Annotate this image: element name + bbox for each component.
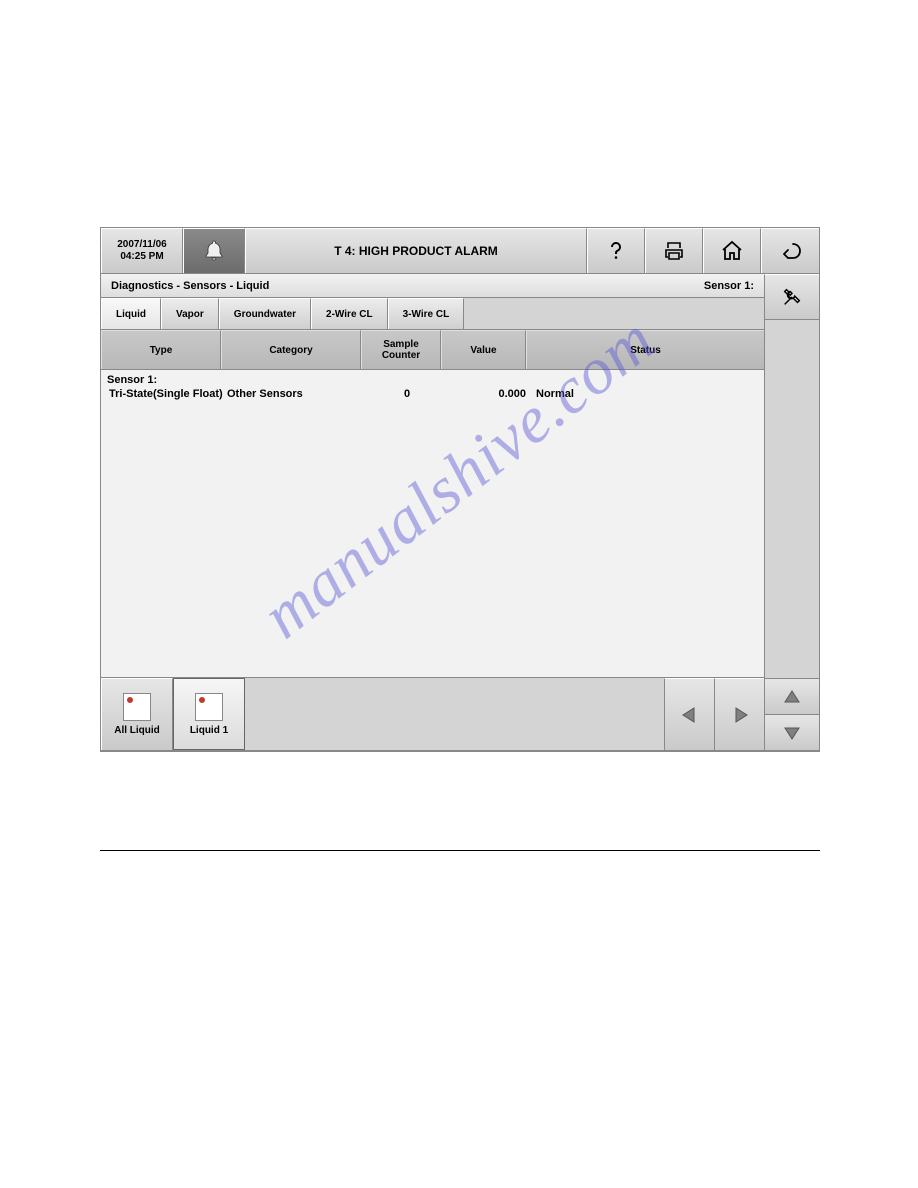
- bell-icon: [202, 239, 226, 263]
- col-category: Category: [221, 330, 361, 369]
- triangle-down-icon: [782, 723, 802, 743]
- scroll-up-button[interactable]: [764, 678, 819, 714]
- bottom-toolbar: All Liquid Liquid 1: [101, 678, 764, 750]
- cell-status: Normal: [532, 388, 758, 400]
- liquid-1-label: Liquid 1: [190, 725, 228, 736]
- triangle-up-icon: [782, 687, 802, 707]
- cell-type: Tri-State(Single Float): [107, 388, 227, 400]
- col-sample: Sample Counter: [361, 330, 441, 369]
- print-button[interactable]: [645, 228, 703, 273]
- next-button[interactable]: [714, 678, 764, 750]
- right-spacer: [764, 320, 819, 678]
- all-liquid-button[interactable]: All Liquid: [101, 678, 173, 750]
- body-row: Diagnostics - Sensors - Liquid Sensor 1:…: [101, 274, 819, 751]
- table-header: Type Category Sample Counter Value Statu…: [101, 330, 764, 370]
- cell-category: Other Sensors: [227, 388, 367, 400]
- help-icon: [604, 239, 628, 263]
- tab-2wire[interactable]: 2-Wire CL: [311, 298, 388, 329]
- data-area: Sensor 1: Tri-State(Single Float) Other …: [101, 370, 764, 678]
- breadcrumb: Diagnostics - Sensors - Liquid: [101, 280, 279, 292]
- top-toolbar: 2007/11/06 04:25 PM T 4: HIGH PRODUCT AL…: [101, 228, 819, 274]
- sensor-label: Sensor 1:: [107, 374, 758, 386]
- table-row: Tri-State(Single Float) Other Sensors 0 …: [107, 388, 758, 400]
- right-column: [764, 274, 819, 750]
- alarm-text-cell: T 4: HIGH PRODUCT ALARM: [245, 228, 587, 273]
- alarm-bell-button[interactable]: [183, 228, 245, 273]
- tools-button[interactable]: [764, 274, 819, 320]
- scroll-down-button[interactable]: [764, 714, 819, 750]
- sensor-tabs: Liquid Vapor Groundwater 2-Wire CL 3-Wir…: [101, 298, 764, 330]
- col-value: Value: [441, 330, 526, 369]
- liquid-1-button[interactable]: Liquid 1: [173, 678, 245, 750]
- document-icon: [195, 693, 223, 721]
- tab-vapor[interactable]: Vapor: [161, 298, 219, 329]
- cell-sample: 0: [367, 388, 447, 400]
- all-liquid-label: All Liquid: [114, 725, 160, 736]
- bottom-spacer: [245, 678, 664, 750]
- page-divider: [100, 850, 820, 851]
- breadcrumb-context: Sensor 1:: [694, 280, 764, 292]
- home-icon: [720, 239, 744, 263]
- breadcrumb-bar: Diagnostics - Sensors - Liquid Sensor 1:: [101, 274, 764, 298]
- document-icon: [123, 693, 151, 721]
- printer-icon: [662, 239, 686, 263]
- alarm-text: T 4: HIGH PRODUCT ALARM: [334, 244, 498, 258]
- time-text: 04:25 PM: [120, 251, 163, 263]
- back-arrow-icon: [779, 239, 803, 263]
- triangle-left-icon: [680, 705, 700, 725]
- main-column: Diagnostics - Sensors - Liquid Sensor 1:…: [101, 274, 764, 750]
- home-button[interactable]: [703, 228, 761, 273]
- tab-3wire[interactable]: 3-Wire CL: [388, 298, 465, 329]
- col-status: Status: [526, 330, 764, 369]
- date-text: 2007/11/06: [117, 239, 167, 251]
- help-button[interactable]: [587, 228, 645, 273]
- tools-icon: [781, 286, 803, 308]
- tab-groundwater[interactable]: Groundwater: [219, 298, 311, 329]
- prev-button[interactable]: [664, 678, 714, 750]
- cell-value: 0.000: [447, 388, 532, 400]
- tab-liquid[interactable]: Liquid: [101, 298, 161, 329]
- datetime-cell: 2007/11/06 04:25 PM: [101, 228, 183, 273]
- app-window: 2007/11/06 04:25 PM T 4: HIGH PRODUCT AL…: [100, 227, 820, 752]
- col-type: Type: [101, 330, 221, 369]
- triangle-right-icon: [730, 705, 750, 725]
- back-button[interactable]: [761, 228, 819, 273]
